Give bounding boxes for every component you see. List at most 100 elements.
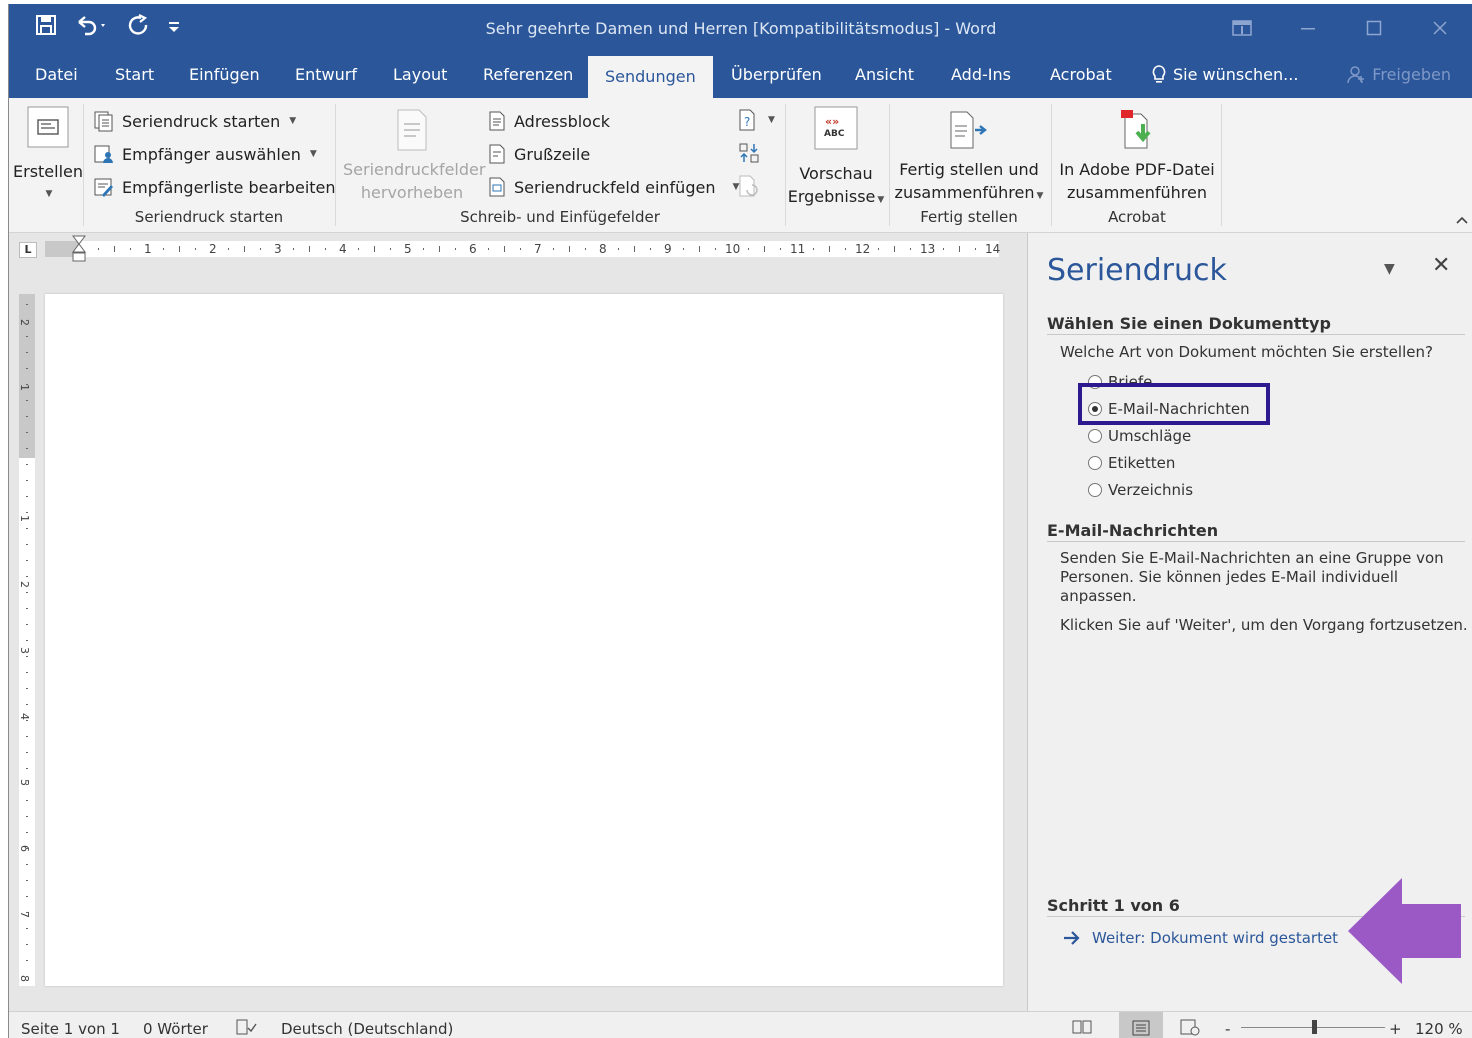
highlight-box [1078,383,1270,425]
ruler-tick [26,688,28,689]
ruler-tick [195,248,196,250]
word-count[interactable]: 0 Wörter [143,1020,208,1038]
share-button[interactable]: Freigeben [1346,52,1451,98]
pane-options-icon[interactable]: ▼ [1384,261,1395,277]
envelope-icon [27,106,69,148]
ruler-tick [26,640,28,641]
ruler-number: 7 [18,911,31,918]
ruler-tick [910,248,911,250]
radio-etiketten[interactable]: Etiketten [1088,454,1175,472]
ribbon-display-options-icon[interactable] [1209,4,1275,52]
proofing-icon[interactable] [235,1018,257,1038]
tab-selector[interactable]: L [19,242,37,258]
ruler-tick [455,248,456,250]
read-mode-icon[interactable] [1071,1018,1093,1038]
ruler-tick [309,246,310,252]
ruler-tick [959,246,960,252]
close-pane-icon[interactable]: ✕ [1432,253,1450,278]
next-step-label: Weiter: Dokument wird gestartet [1092,929,1339,947]
language-indicator[interactable]: Deutsch (Deutschland) [281,1020,453,1038]
ruler-tick [244,246,245,252]
radio-verzeichnis[interactable]: Verzeichnis [1088,481,1193,499]
print-layout-icon[interactable] [1119,1012,1163,1038]
ruler-tick [650,248,651,250]
chevron-down-icon: ▼ [877,195,885,205]
horizontal-ruler-area: L 1 2 3 4 5 6 7 8 9 10 11 12 13 14 [9,233,1027,267]
tell-me-box[interactable]: Sie wünschen... [1149,52,1300,98]
ruler-tick [975,248,976,250]
adobe-pdf-merge-button[interactable]: In Adobe PDF-Datei zusammenführen [1055,108,1219,204]
tab-start[interactable]: Start [113,52,156,98]
section-document-type: Wählen Sie einen Dokumenttyp [1047,314,1331,333]
collapse-ribbon-icon[interactable] [1455,210,1469,229]
indent-marker-icon[interactable] [71,235,87,265]
description-line: Senden Sie E-Mail-Nachrichten an eine Gr… [1060,549,1444,567]
fertig-label-1: Fertig stellen und [899,160,1039,179]
ruler-number: 8 [599,242,607,256]
ruler-tick [26,528,28,529]
ruler-tick [423,248,424,250]
seriendruckfeld-einfuegen-button[interactable]: Seriendruckfeld einfügen ▼ [487,176,739,198]
next-step-link[interactable]: Weiter: Dokument wird gestartet [1062,929,1338,947]
tab-sendungen[interactable]: Sendungen [588,56,713,98]
tab-layout[interactable]: Layout [391,52,449,98]
greeting-line-icon [489,144,505,164]
maximize-icon[interactable] [1341,4,1407,52]
regeln-button[interactable]: ? ▼ [737,108,775,132]
vorschau-ergebnisse-button[interactable]: «» ABC Vorschau Ergebnisse ▼ [787,106,885,212]
ruler-tick [26,768,28,769]
document-page[interactable] [45,294,1003,986]
ruler-number: 12 [855,242,871,256]
erstellen-button[interactable]: Erstellen ▼ [13,106,83,206]
etiketten-aktualisieren-button[interactable] [737,174,761,198]
pane-title: Seriendruck [1047,253,1227,288]
ruler-number: 1 [18,515,31,522]
horizontal-ruler[interactable]: 1 2 3 4 5 6 7 8 9 10 11 12 13 14 [45,235,1000,262]
radio-umschlaege[interactable]: Umschläge [1088,427,1191,445]
minimize-icon[interactable] [1275,4,1341,52]
vertical-ruler[interactable]: 2 1 1 2 3 4 5 6 7 8 [18,294,35,986]
tab-datei[interactable]: Datei [33,52,80,98]
tab-ansicht[interactable]: Ansicht [853,52,916,98]
abc-preview-icon: «»ABC [814,106,858,150]
close-window-icon[interactable] [1407,4,1472,52]
empfaengerliste-bearbeiten-button[interactable]: Empfängerliste bearbeiten [93,176,336,198]
ruler-tick [26,592,28,593]
ruler-tick [569,246,570,252]
ruler-tick [26,816,28,817]
tab-acrobat[interactable]: Acrobat [1048,52,1114,98]
tab-ueberpruefen[interactable]: Überprüfen [729,52,824,98]
tab-einfuegen[interactable]: Einfügen [187,52,262,98]
ruler-tick [26,656,28,657]
seriendruck-starten-button[interactable]: Seriendruck starten ▼ [93,110,296,132]
section-divider [1047,541,1465,542]
ruler-tick [26,752,28,753]
ruler-number: 3 [274,242,282,256]
ruler-tick [26,672,28,673]
seriendruckfelder-hervorheben-button[interactable]: Seriendruckfelder hervorheben [343,108,485,204]
ruler-tick [98,248,99,250]
zoom-slider-thumb[interactable] [1312,1020,1317,1034]
ruler-tick [26,736,28,737]
ruler-tick [520,248,521,250]
tab-add-ins[interactable]: Add-Ins [949,52,1013,98]
empfaenger-auswaehlen-button[interactable]: Empfänger auswählen ▼ [93,143,317,165]
ruler-tick [114,246,115,252]
title-bar: Sehr geehrte Damen und Herren [Kompatibi… [9,4,1472,52]
grusszeile-button[interactable]: Grußzeile [487,143,590,165]
zoom-out-button[interactable]: - [1225,1020,1230,1038]
group-label-seriendruck-starten: Seriendruck starten [134,208,284,226]
tab-entwurf[interactable]: Entwurf [293,52,359,98]
felder-zuordnen-button[interactable] [737,141,761,165]
ruler-tick [26,560,28,561]
fertig-stellen-button[interactable]: Fertig stellen und zusammenführen ▼ [893,108,1045,208]
zoom-in-button[interactable]: + [1389,1020,1402,1038]
fertig-label-2: zusammenführen [894,183,1035,202]
page-count[interactable]: Seite 1 von 1 [21,1020,120,1038]
web-layout-icon[interactable] [1179,1018,1201,1038]
chevron-down-icon: ▼ [1036,191,1044,201]
zoom-level[interactable]: 120 % [1415,1020,1463,1038]
ruler-tick [390,248,391,250]
tab-referenzen[interactable]: Referenzen [481,52,575,98]
adressblock-button[interactable]: Adressblock [487,110,610,132]
